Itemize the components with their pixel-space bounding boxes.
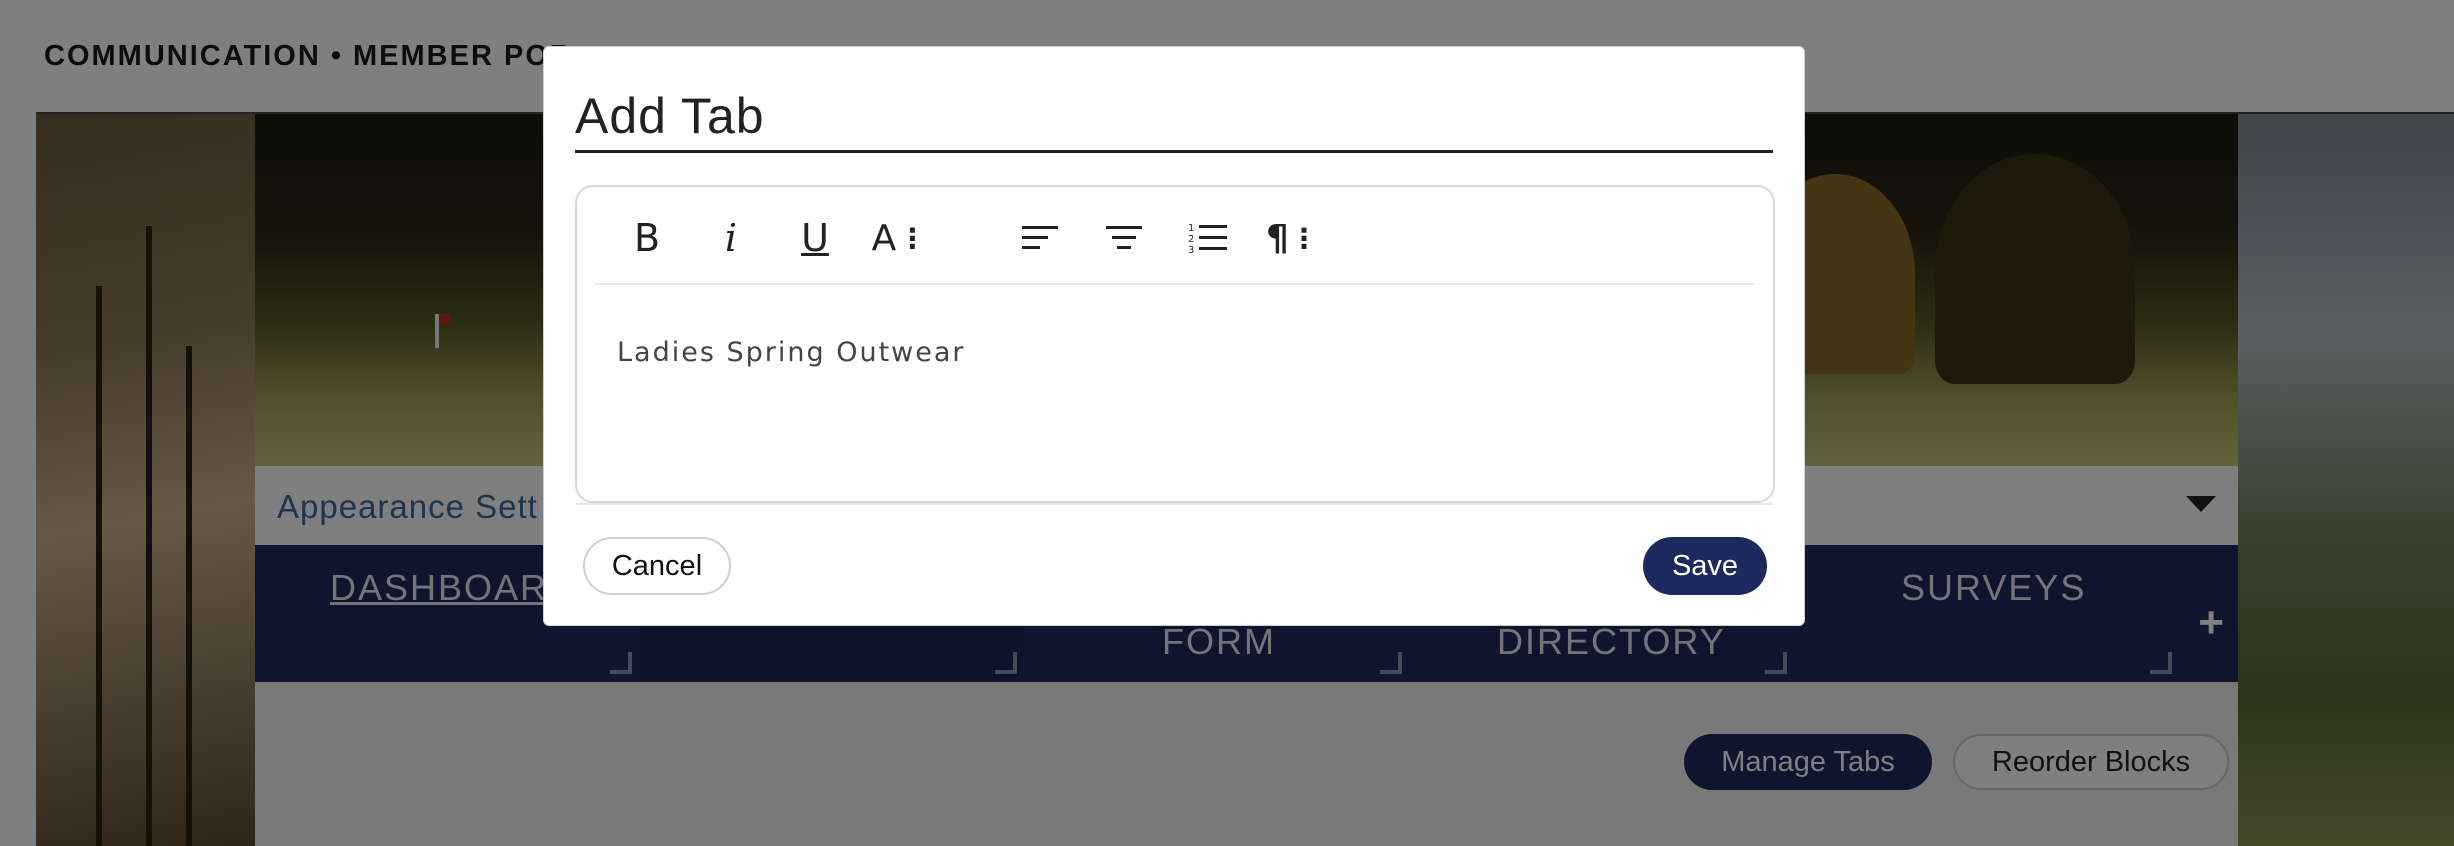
title-divider bbox=[575, 150, 1773, 153]
svg-text:2: 2 bbox=[1188, 234, 1194, 245]
font-size-icon[interactable]: A ⋮ bbox=[870, 209, 928, 267]
underline-glyph: U bbox=[801, 216, 829, 260]
add-tab-dialog: Add Tab B i U A ⋮ 1 2 3 ¶ ⋮ Ladies Sprin… bbox=[543, 46, 1805, 626]
bold-glyph: B bbox=[633, 216, 661, 260]
rich-text-editor[interactable]: B i U A ⋮ 1 2 3 ¶ ⋮ Ladies Spring Outwea… bbox=[575, 185, 1775, 503]
svg-text:1: 1 bbox=[1188, 223, 1194, 234]
cancel-button[interactable]: Cancel bbox=[583, 537, 731, 595]
paragraph-glyph: ¶ bbox=[1266, 217, 1289, 259]
italic-glyph: i bbox=[724, 216, 738, 260]
editor-content[interactable]: Ladies Spring Outwear bbox=[617, 337, 966, 368]
italic-icon[interactable]: i bbox=[702, 209, 760, 267]
bold-icon[interactable]: B bbox=[618, 209, 676, 267]
save-button[interactable]: Save bbox=[1643, 537, 1767, 595]
paragraph-icon[interactable]: ¶ ⋮ bbox=[1263, 209, 1321, 267]
font-size-glyph: A bbox=[871, 217, 897, 259]
align-left-icon[interactable] bbox=[1011, 209, 1069, 267]
underline-icon[interactable]: U bbox=[786, 209, 844, 267]
editor-toolbar: B i U A ⋮ 1 2 3 ¶ ⋮ bbox=[595, 187, 1755, 285]
dialog-title: Add Tab bbox=[575, 88, 765, 144]
footer-divider bbox=[575, 503, 1773, 505]
ordered-list-icon[interactable]: 1 2 3 bbox=[1179, 209, 1237, 267]
align-center-icon[interactable] bbox=[1095, 209, 1153, 267]
svg-text:3: 3 bbox=[1188, 245, 1194, 255]
